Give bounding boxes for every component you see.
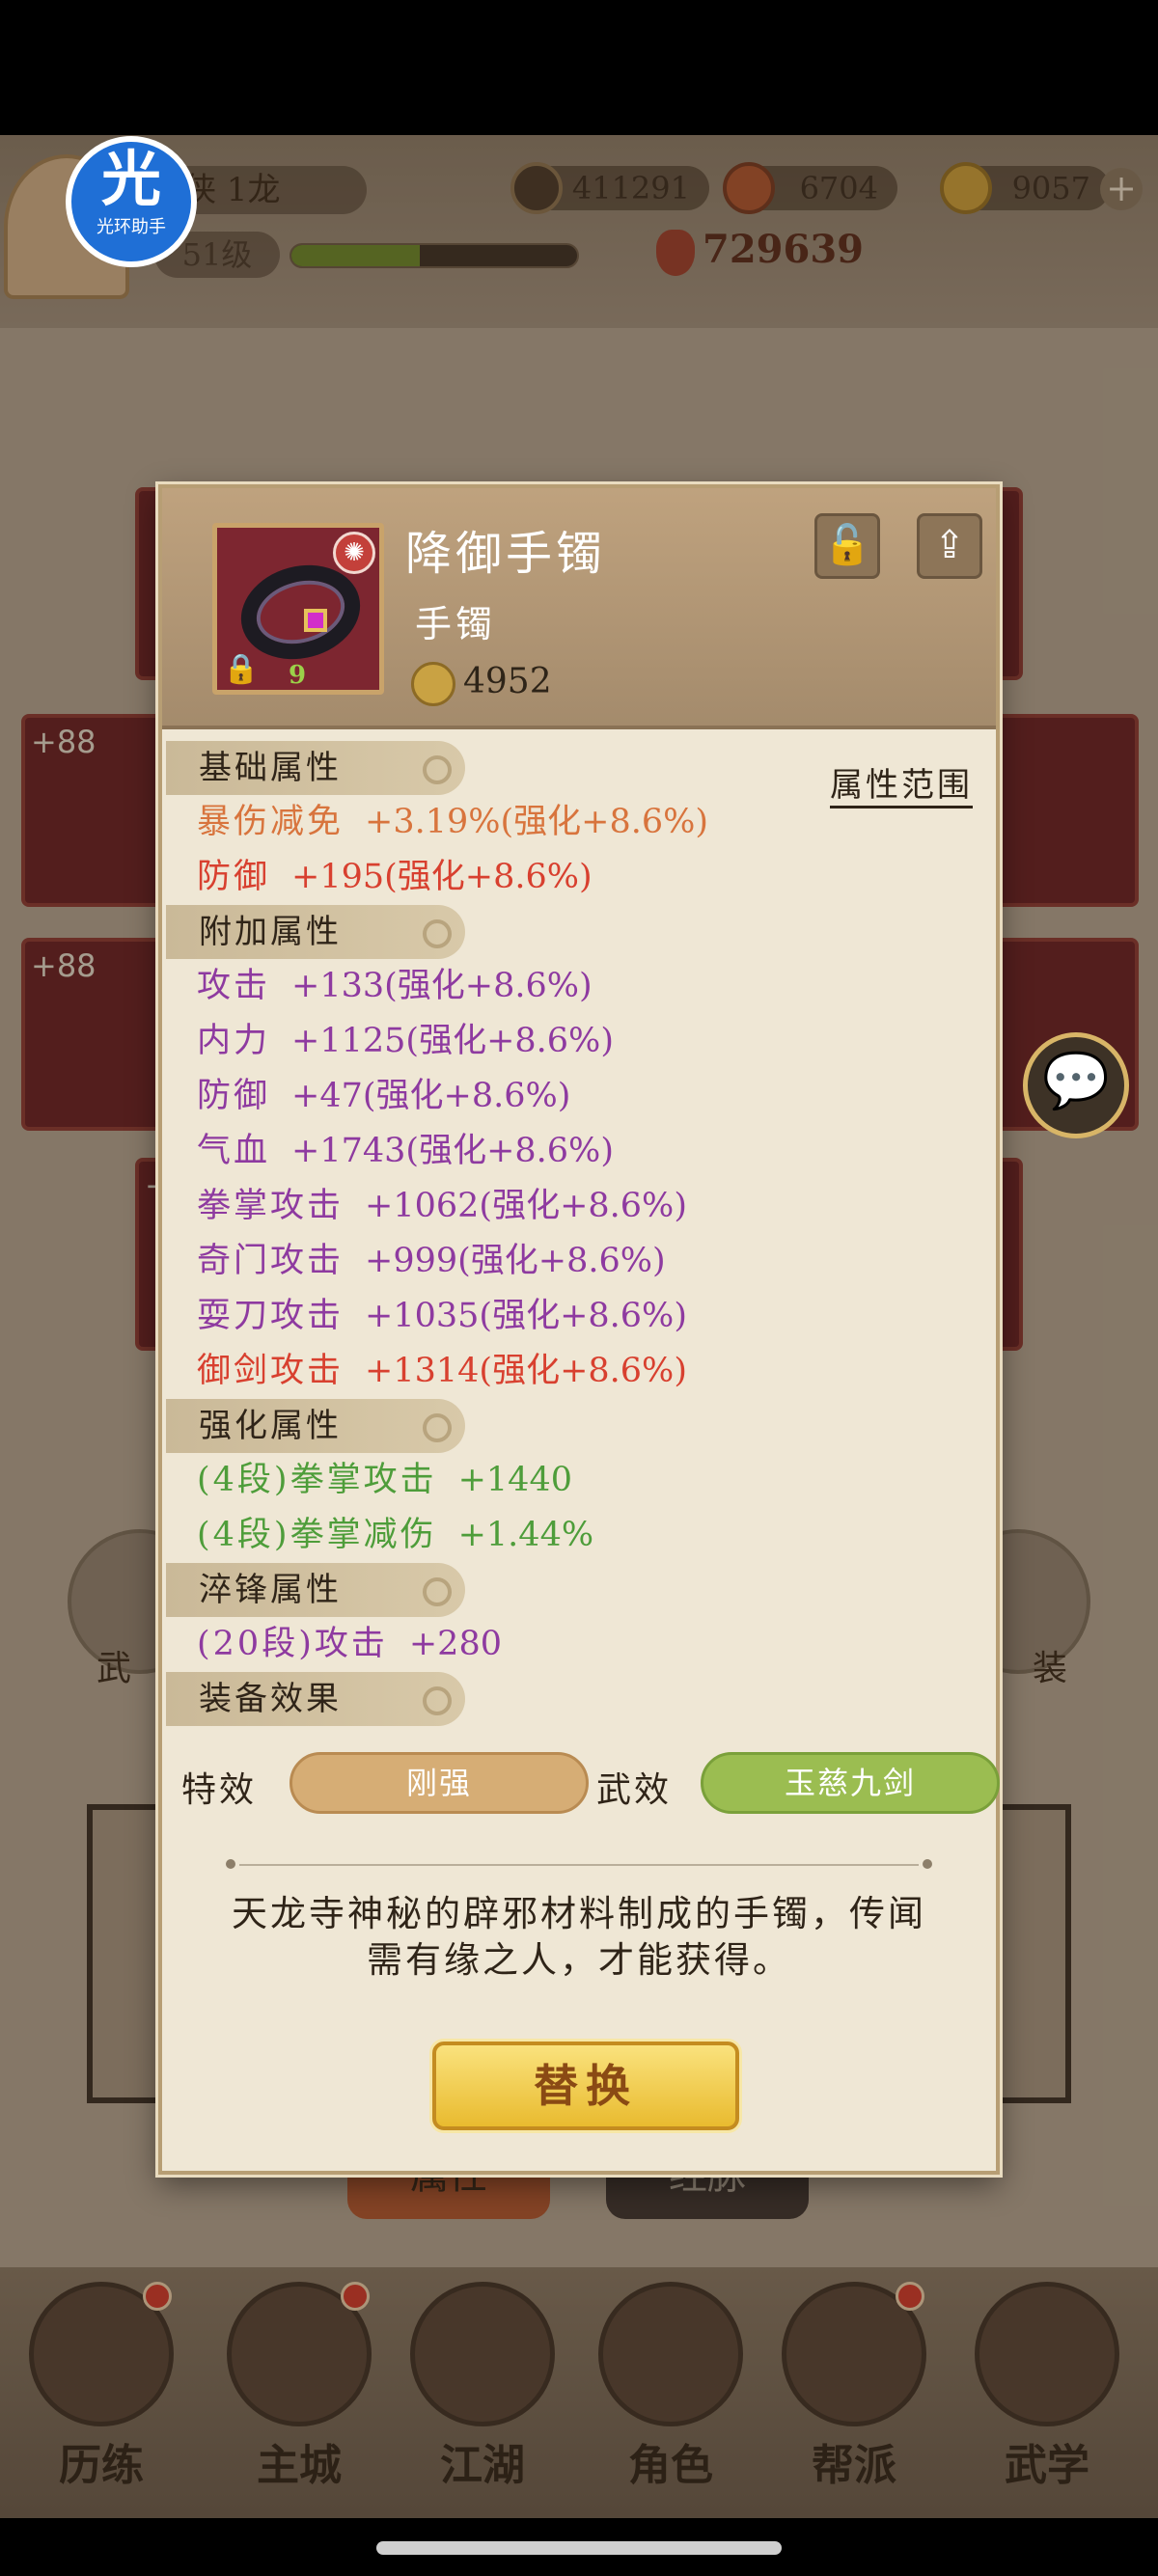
gem-icon: [304, 609, 327, 632]
attr-label: 内力: [197, 1022, 271, 1060]
attribute-range-link[interactable]: 属性范围: [830, 758, 973, 808]
attr-value: +3.19%(强化+8.6%): [365, 803, 709, 841]
attr-value: +1314(强化+8.6%): [365, 1352, 687, 1390]
attr-value: +47(强化+8.6%): [291, 1077, 571, 1115]
attr-value: +1035(强化+8.6%): [365, 1297, 687, 1335]
share-icon: ⇪: [933, 523, 966, 567]
enhance-attr-row: (4段)拳掌攻击 +1440: [162, 1453, 996, 1508]
extra-attr-row: 攻击 +133(强化+8.6%): [162, 959, 996, 1014]
item-name: 降御手镯: [405, 527, 607, 581]
badge-text: 光环助手: [96, 217, 166, 237]
score-icon: [411, 662, 455, 706]
attr-label: 御剑攻击: [197, 1352, 345, 1390]
section-base: 基础属性: [166, 741, 465, 795]
attr-value: +133(强化+8.6%): [291, 967, 593, 1005]
attr-value: +1.44%: [457, 1516, 594, 1554]
martial-effect-pill[interactable]: 玉慈九剑: [701, 1752, 1000, 1814]
attr-label: 攻击: [197, 967, 271, 1005]
score-value: 4952: [463, 662, 552, 701]
extra-attr-row: 内力 +1125(强化+8.6%): [162, 1014, 996, 1069]
attr-value: +999(强化+8.6%): [365, 1242, 666, 1280]
item-description: 天龙寺神秘的辟邪材料制成的手镯，传闻需有缘之人，才能获得。: [232, 1893, 926, 1981]
attr-value: +1440: [457, 1461, 572, 1499]
lock-button[interactable]: 🔓: [814, 513, 880, 579]
enhance-attr-row: (4段)拳掌减伤 +1.44%: [162, 1508, 996, 1563]
attr-label: 奇门攻击: [197, 1242, 345, 1280]
section-enhance: 强化属性: [166, 1399, 465, 1453]
attr-value: +1062(强化+8.6%): [365, 1187, 687, 1225]
extra-attr-row: 耍刀攻击 +1035(强化+8.6%): [162, 1289, 996, 1344]
section-extra: 附加属性: [166, 905, 465, 959]
section-temper: 淬锋属性: [166, 1563, 465, 1617]
martial-effect-label: 武效: [596, 1770, 673, 1810]
rarity-mark-icon: ✺: [333, 532, 375, 574]
attr-value: +195(强化+8.6%): [291, 858, 593, 896]
extra-attr-row: 奇门攻击 +999(强化+8.6%): [162, 1234, 996, 1289]
temper-attr-row: (20段)攻击 +280: [162, 1617, 996, 1672]
item-score: 4952: [411, 662, 552, 706]
attr-label: 拳掌攻击: [197, 1187, 345, 1225]
attr-label: 耍刀攻击: [197, 1297, 345, 1335]
extra-attr-row: 拳掌攻击 +1062(强化+8.6%): [162, 1179, 996, 1234]
item-detail-popup: ✺ 🔒 9 降御手镯 手镯 4952 🔓 ⇪ 基础属性 属性范围 暴伤减免 +3.…: [158, 484, 1000, 2175]
attr-label: (4段)拳掌减伤: [197, 1516, 437, 1554]
extra-attr-row: 气血 +1743(强化+8.6%): [162, 1124, 996, 1179]
attr-value: +1125(强化+8.6%): [291, 1022, 614, 1060]
attr-label: 防御: [197, 1077, 271, 1115]
attr-label: 暴伤减免: [197, 803, 345, 841]
item-type: 手镯: [415, 603, 497, 645]
extra-attr-row: 御剑攻击 +1314(强化+8.6%): [162, 1344, 996, 1399]
extra-attr-row: 防御 +47(强化+8.6%): [162, 1069, 996, 1124]
padlock-icon: 🔓: [823, 523, 871, 567]
item-icon-frame[interactable]: ✺ 🔒 9: [212, 523, 384, 695]
lock-icon: 🔒: [223, 652, 260, 686]
equipment-effects: 特效 刚强 武效 玉慈九剑: [181, 1752, 1000, 1820]
base-attr-row: 防御 +195(强化+8.6%): [162, 850, 996, 905]
item-grade: 9: [289, 661, 307, 690]
share-button[interactable]: ⇪: [917, 513, 982, 579]
attribute-list: 基础属性 属性范围 暴伤减免 +3.19%(强化+8.6%) 防御 +195(强化+…: [162, 741, 996, 1726]
guanghuan-badge[interactable]: 光 光环助手: [66, 136, 197, 267]
special-effect-pill[interactable]: 刚强: [290, 1752, 589, 1814]
attr-label: 防御: [197, 858, 271, 896]
badge-glyph: 光: [100, 144, 161, 214]
chat-icon[interactable]: 💬: [1023, 1032, 1129, 1138]
divider: [226, 1859, 932, 1869]
replace-button[interactable]: 替换: [432, 2042, 739, 2130]
attr-label: (4段)拳掌攻击: [197, 1461, 437, 1499]
section-effect: 装备效果: [166, 1672, 465, 1726]
special-effect-label: 特效: [181, 1770, 258, 1810]
attr-value: +1743(强化+8.6%): [291, 1132, 614, 1170]
attr-label: (20段)攻击: [197, 1625, 388, 1663]
popup-header: ✺ 🔒 9 降御手镯 手镯 4952 🔓 ⇪: [162, 488, 996, 729]
home-indicator[interactable]: [376, 2541, 782, 2555]
attr-label: 气血: [197, 1132, 271, 1170]
attr-value: +280: [408, 1625, 502, 1663]
